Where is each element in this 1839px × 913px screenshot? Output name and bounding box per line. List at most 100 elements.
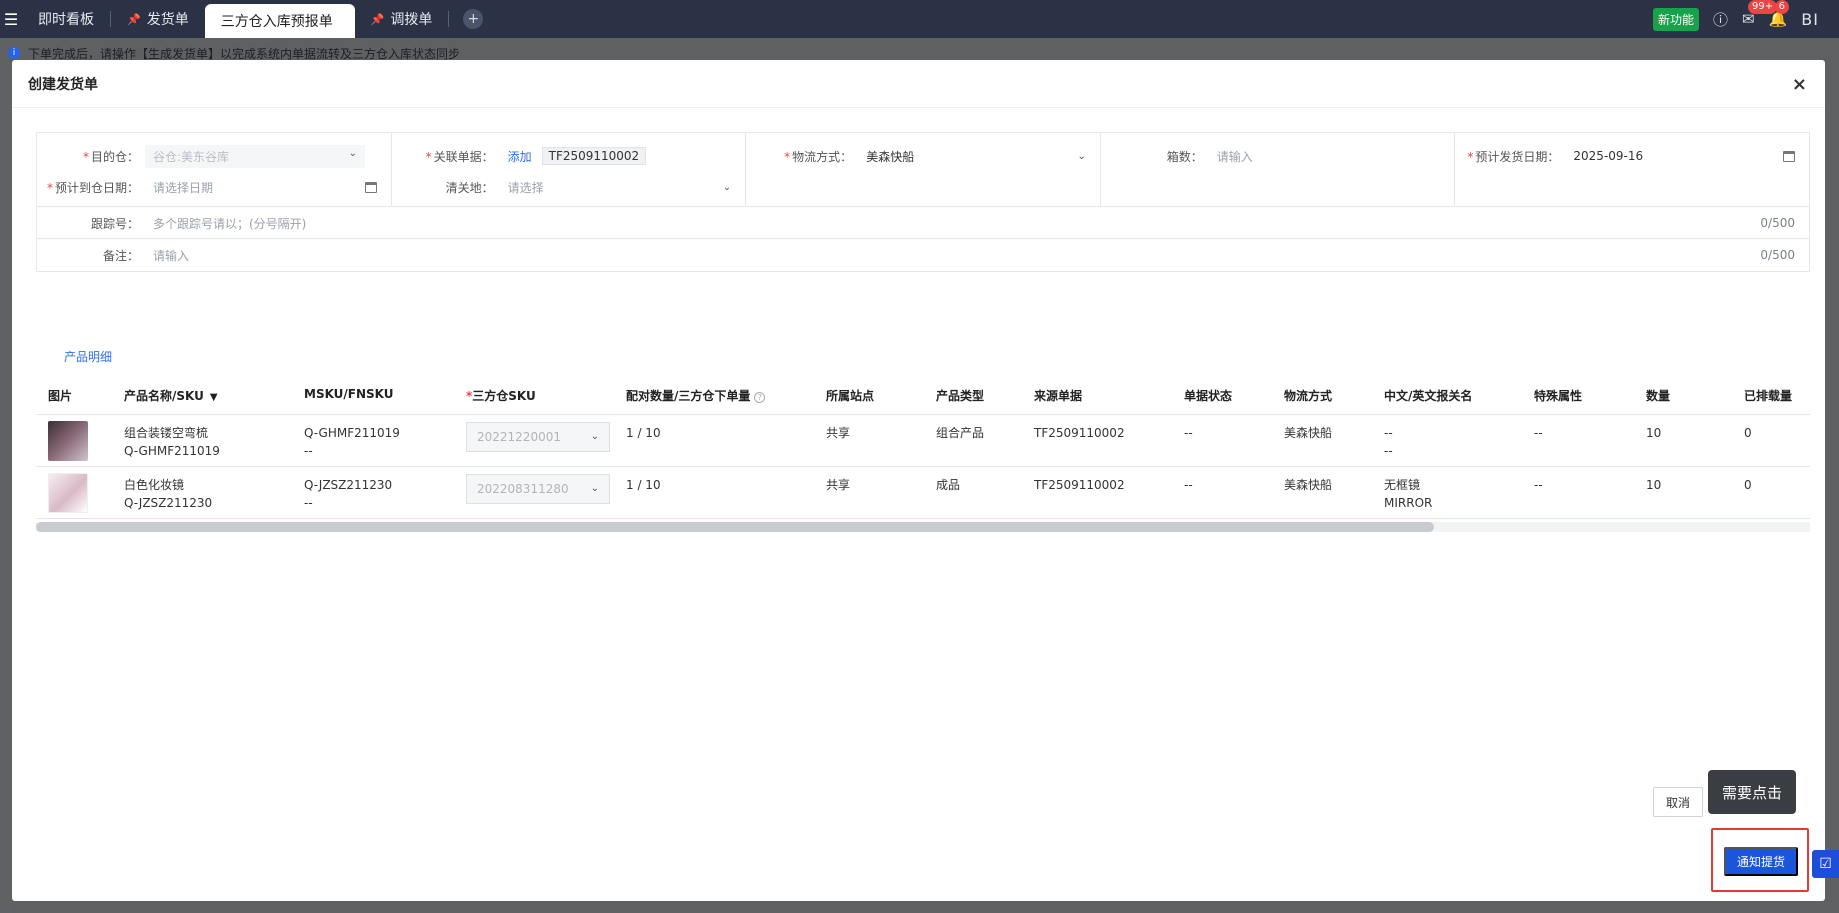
scheduled: 0 (1744, 478, 1752, 492)
tab-label: 三方仓入库预报单 (220, 14, 333, 30)
form-cell: * 物流方式： 美森快船 ⌄ (746, 133, 1101, 206)
tab-transfer[interactable]: 📌 调拨单 (355, 0, 449, 38)
special-attr: -- (1534, 426, 1543, 440)
header-customs-name: 中文/英文报关名 (1384, 389, 1473, 403)
form-row-remark: 备注： 请输入 0/500 (37, 239, 1809, 271)
top-tab-bar: ☰ 即时看板 📌 发货单 三方仓入库预报单 📌 调拨单 + 新功能 ⓘ ✉ 99+… (0, 0, 1839, 38)
logistics: 美森快船 (1284, 478, 1333, 492)
question-icon[interactable]: ? (754, 392, 766, 403)
field-label: 备注： (102, 248, 139, 263)
tracking-char-counter: 0/500 (1760, 216, 1795, 230)
add-tab-button[interactable]: + (463, 9, 484, 29)
table-horizontal-scrollbar[interactable] (36, 522, 1810, 532)
dialog-header: 创建发货单 × (12, 60, 1825, 108)
tab-label: 调拨单 (390, 12, 433, 28)
msku-fnsku: Q-GHMF211019 -- (304, 426, 400, 458)
chevron-down-icon: ⌄ (348, 147, 357, 159)
field-label: * 物流方式： (784, 149, 853, 164)
shipment-form: * 目的仓： 谷仓:美东谷库 ⌄ * 预计到仓日期： 请选择日期 * 关联单据： 添加 (36, 132, 1810, 272)
product-image (48, 421, 88, 461)
3pl-sku-select[interactable]: 20221220001 ⌄ (466, 422, 610, 452)
header-site: 所属站点 (826, 389, 875, 403)
product-name-sku: 组合装镂空弯梳 Q-GHMF211019 (124, 426, 220, 458)
create-shipment-dialog: 创建发货单 × *目的仓： 谷仓:美东谷库⌄ *预计到仓日期： 请选择日期 (12, 60, 1825, 901)
scrollbar-thumb[interactable] (36, 522, 1434, 532)
header-image: 图片 (48, 389, 73, 403)
tracking-input[interactable]: 多个跟踪号请以；(分号隔开) 0/500 (153, 215, 1809, 232)
field-label: * 目的仓： (82, 149, 139, 164)
site: 共享 (826, 426, 851, 440)
est-arrive-date-picker[interactable]: 请选择日期 (153, 179, 391, 196)
field-label: * 预计发货日期： (1467, 149, 1560, 164)
field-label: * 预计到仓日期： (46, 180, 139, 195)
dest-warehouse-field: * 目的仓： 谷仓:美东谷库 ⌄ (37, 144, 391, 168)
product-image (48, 473, 88, 513)
bell-icon[interactable]: 🔔 6 (1769, 0, 1789, 28)
product-table: 图片 产品名称/SKU ▼ MSKU/FNSKU *三方仓SKU 配对数量/三方仓… (36, 375, 1810, 519)
logistics: 美森快船 (1284, 426, 1333, 440)
chevron-down-icon: ⌄ (590, 431, 599, 442)
related-doc-value: 添加 TF2509110002 (508, 147, 746, 165)
customs-name: -- -- (1384, 426, 1393, 458)
chevron-down-icon: ⌄ (590, 483, 599, 494)
special-attr: -- (1534, 478, 1543, 492)
logistics-select[interactable]: 美森快船 ⌄ (866, 148, 1100, 165)
est-ship-date-field: * 预计发货日期： 2025-09-16 (1455, 145, 1809, 167)
header-product-sku[interactable]: 产品名称/SKU ▼ (124, 387, 218, 404)
form-row-tracking: 跟踪号： 多个跟踪号请以；(分号隔开) 0/500 (37, 207, 1809, 239)
tab-shipment[interactable]: 📌 发货单 (111, 0, 205, 38)
bi-link[interactable]: BI (1801, 10, 1819, 29)
tab-label: 发货单 (146, 12, 189, 28)
logistics-field: * 物流方式： 美森快船 ⌄ (746, 145, 1100, 167)
field-label: 跟踪号： (90, 216, 139, 231)
task-check-icon[interactable]: ☑ (1812, 850, 1839, 878)
new-feature-badge[interactable]: 新功能 (1653, 7, 1700, 31)
dest-warehouse-select[interactable]: 谷仓:美东谷库 ⌄ (145, 144, 391, 168)
chevron-down-icon: ⌄ (722, 181, 732, 193)
product-type: 成品 (936, 478, 961, 492)
remark-field: 备注： 请输入 0/500 (37, 244, 1809, 266)
header-doc-status: 单据状态 (1184, 389, 1233, 403)
header-3pl-sku: *三方仓SKU (466, 389, 536, 403)
scheduled: 0 (1744, 426, 1752, 440)
product-detail-title: 产品明细 (64, 350, 113, 364)
pair-qty: 1 / 10 (626, 478, 661, 492)
header-msku: MSKU/FNSKU (304, 387, 394, 401)
notify-pickup-button[interactable]: 通知提货 (1724, 847, 1798, 876)
doc-status: -- (1184, 478, 1193, 492)
add-related-doc-link[interactable]: 添加 (508, 148, 532, 165)
header-source-doc: 来源单据 (1034, 389, 1083, 403)
tab-label: 即时看板 (38, 12, 94, 28)
header-special-attr: 特殊属性 (1534, 389, 1583, 403)
3pl-sku-select[interactable]: 202208311280 ⌄ (466, 474, 610, 504)
table-row: 白色化妆镜 Q-JZSZ211230 Q-JZSZ211230 -- 2022083… (36, 467, 1810, 519)
customs-field: 清关地： 请选择 ⌄ (392, 176, 746, 198)
menu-icon[interactable]: ☰ (0, 0, 22, 38)
table-row: 组合装镂空弯梳 Q-GHMF211019 Q-GHMF211019 -- 20221… (36, 415, 1810, 467)
tab-3pl-inbound-forecast[interactable]: 三方仓入库预报单 (204, 4, 355, 38)
pin-icon[interactable]: 📌 (371, 13, 385, 26)
table-header: 图片 产品名称/SKU ▼ MSKU/FNSKU *三方仓SKU 配对数量/三方仓… (36, 375, 1810, 415)
tab-dashboard[interactable]: 即时看板 (22, 0, 110, 38)
form-cell: 箱数： 请输入 (1101, 133, 1456, 206)
calendar-icon (364, 181, 377, 193)
filter-icon[interactable]: ▼ (210, 392, 218, 403)
click-hint-tooltip: 需要点击 (1708, 770, 1796, 814)
notice-text: 下单完成后，请操作【生成发货单】以完成系统内单据流转及三方仓入库状态同步 (28, 46, 461, 61)
cancel-button[interactable]: 取消 (1653, 787, 1703, 817)
customs-select[interactable]: 请选择 ⌄ (508, 179, 746, 196)
help-circle-icon[interactable]: ⓘ (1713, 9, 1728, 30)
info-icon: i (8, 47, 20, 59)
est-ship-date-picker[interactable]: 2025-09-16 (1573, 149, 1809, 163)
pair-qty: 1 / 10 (626, 426, 661, 440)
box-count-input[interactable]: 请输入 (1217, 148, 1455, 165)
related-doc-tag[interactable]: TF2509110002 (541, 147, 647, 165)
source-doc: TF2509110002 (1034, 478, 1125, 492)
remark-input[interactable]: 请输入 0/500 (153, 247, 1809, 264)
message-icon[interactable]: ✉ 99+ (1742, 0, 1778, 28)
field-label: 清关地： (445, 180, 494, 195)
chevron-down-icon: ⌄ (1077, 150, 1086, 162)
close-icon[interactable]: × (1792, 74, 1807, 95)
pin-icon[interactable]: 📌 (127, 13, 141, 26)
tab-divider (448, 11, 450, 27)
